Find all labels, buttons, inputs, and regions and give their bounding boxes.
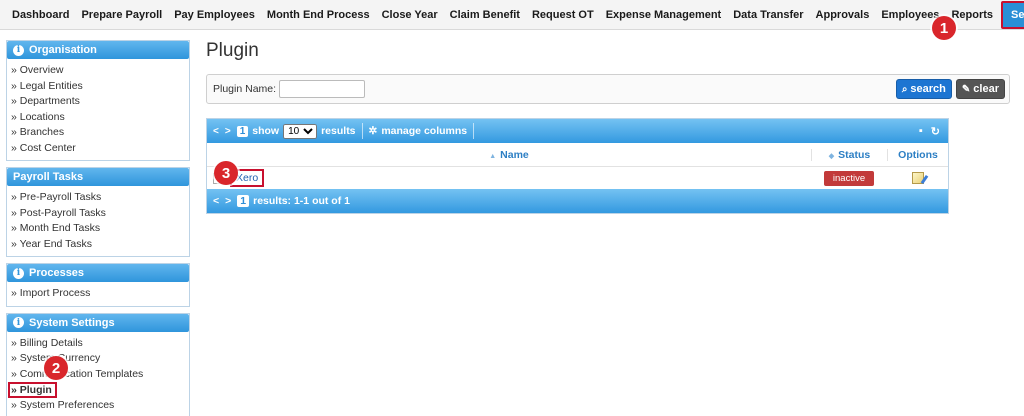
- panel-title: Organisation: [29, 44, 97, 56]
- nav-settings[interactable]: Settings: [1001, 0, 1024, 29]
- panel-organisation: i Organisation » Overview » Legal Entiti…: [6, 40, 190, 161]
- nav-month-end-process[interactable]: Month End Process: [261, 9, 376, 21]
- column-label: Options: [898, 148, 938, 161]
- panel-payroll-tasks: Payroll Tasks » Pre-Payroll Tasks » Post…: [6, 167, 190, 257]
- nav-approvals[interactable]: Approvals: [810, 9, 876, 21]
- plugin-grid: < > 1 show 10 results ✲ manage columns ▪…: [206, 118, 949, 214]
- panel-title: System Settings: [29, 316, 115, 329]
- show-label: show: [252, 125, 280, 137]
- next-page-icon[interactable]: >: [225, 126, 231, 137]
- grid-header-row: ▲ Name ◆ Status Options: [207, 143, 948, 167]
- sidebar-item-post-payroll-tasks[interactable]: » Post-Payroll Tasks: [11, 206, 185, 222]
- next-page-icon[interactable]: >: [225, 195, 231, 207]
- info-icon: i: [13, 317, 24, 328]
- sidebar-item-billing-details[interactable]: » Billing Details: [11, 336, 185, 352]
- table-row: Xero inactive: [207, 167, 948, 189]
- search-icon: ⌕: [901, 83, 908, 95]
- prev-page-icon[interactable]: <: [213, 126, 219, 137]
- clear-button-label: clear: [973, 83, 999, 95]
- nav-close-year[interactable]: Close Year: [376, 9, 444, 21]
- grid-footer: < > 1 results: 1-1 out of 1: [207, 189, 948, 213]
- step-marker-2: 2: [44, 356, 68, 380]
- sidebar-item-communication-templates[interactable]: » Communication Templates: [11, 367, 185, 383]
- results-summary: results: 1-1 out of 1: [253, 195, 350, 207]
- nav-request-ot[interactable]: Request OT: [526, 9, 600, 21]
- divider: [361, 123, 363, 139]
- page-number[interactable]: 1: [236, 125, 249, 137]
- nav-data-transfer[interactable]: Data Transfer: [727, 9, 809, 21]
- grid-toolbar: < > 1 show 10 results ✲ manage columns ▪…: [207, 119, 948, 143]
- nav-reports[interactable]: Reports: [945, 9, 999, 21]
- refresh-icon[interactable]: ↻: [931, 125, 940, 138]
- panel-header-payroll-tasks[interactable]: Payroll Tasks: [7, 168, 189, 186]
- search-button-label: search: [910, 83, 946, 95]
- panel-system-settings: i System Settings » Billing Details » Sy…: [6, 312, 190, 416]
- status-badge: inactive: [823, 170, 875, 186]
- nav-claim-benefit[interactable]: Claim Benefit: [444, 9, 526, 21]
- sidebar-item-legal-entities[interactable]: » Legal Entities: [11, 79, 185, 95]
- clear-button[interactable]: ✎ clear: [955, 79, 1005, 99]
- sidebar-item-branches[interactable]: » Branches: [11, 125, 185, 141]
- info-icon: i: [13, 267, 24, 279]
- cell-options: [887, 172, 948, 184]
- sidebar-item-plugin[interactable]: » Plugin: [8, 382, 57, 398]
- sidebar-item-year-end-tasks[interactable]: » Year End Tasks: [11, 237, 185, 253]
- nav-prepare-payroll[interactable]: Prepare Payroll: [75, 9, 168, 21]
- column-label: Status: [838, 148, 871, 161]
- sidebar: i Organisation » Overview » Legal Entiti…: [6, 40, 190, 416]
- panel-title: Processes: [29, 267, 85, 279]
- panel-processes: i Processes » Import Process: [6, 263, 190, 307]
- nav-expense-management[interactable]: Expense Management: [600, 9, 728, 21]
- main-content: Plugin Plugin Name: ⌕ search ✎ clear < >…: [206, 40, 1010, 214]
- sidebar-item-overview[interactable]: » Overview: [11, 63, 185, 79]
- sidebar-item-month-end-tasks[interactable]: » Month End Tasks: [11, 221, 185, 237]
- divider: [473, 123, 475, 139]
- nav-pay-employees[interactable]: Pay Employees: [168, 9, 261, 21]
- column-label: Name: [500, 148, 529, 161]
- sidebar-item-locations[interactable]: » Locations: [11, 110, 185, 126]
- panel-header-organisation[interactable]: i Organisation: [7, 41, 189, 59]
- column-header-options: Options: [887, 148, 948, 161]
- top-navigation: Dashboard Prepare Payroll Pay Employees …: [0, 0, 1024, 30]
- sort-icon: ◆: [828, 152, 835, 160]
- sort-icon: ▲: [489, 152, 497, 160]
- search-bar: Plugin Name: ⌕ search ✎ clear: [206, 74, 1010, 104]
- nav-dashboard[interactable]: Dashboard: [6, 9, 75, 21]
- edit-icon[interactable]: [911, 172, 924, 184]
- sidebar-item-system-currency[interactable]: » System Currency: [11, 351, 185, 367]
- cell-status: inactive: [811, 170, 887, 186]
- step-marker-1: 1: [932, 16, 956, 40]
- save-icon[interactable]: ▪: [919, 125, 923, 137]
- panel-title: Payroll Tasks: [13, 171, 84, 183]
- panel-header-processes[interactable]: i Processes: [7, 264, 189, 282]
- plugin-name-input[interactable]: [279, 80, 366, 98]
- sidebar-item-system-preferences[interactable]: » System Preferences: [11, 398, 185, 414]
- column-header-status[interactable]: ◆ Status: [811, 148, 887, 161]
- manage-columns-link[interactable]: manage columns: [381, 125, 467, 137]
- prev-page-icon[interactable]: <: [213, 195, 219, 207]
- sidebar-item-pre-payroll-tasks[interactable]: » Pre-Payroll Tasks: [11, 190, 185, 206]
- clear-icon: ✎: [961, 83, 971, 95]
- info-icon: i: [13, 44, 24, 56]
- sidebar-item-cost-center[interactable]: » Cost Center: [11, 141, 185, 157]
- per-page-select[interactable]: 10: [283, 123, 318, 139]
- plugin-name-label: Plugin Name:: [213, 83, 277, 95]
- sidebar-item-departments[interactable]: » Departments: [11, 94, 185, 110]
- step-marker-3: 3: [214, 161, 238, 185]
- search-button[interactable]: ⌕ search: [895, 79, 952, 99]
- results-label: results: [321, 125, 356, 137]
- cell-name: Xero: [207, 169, 811, 187]
- gear-icon[interactable]: ✲: [369, 125, 378, 137]
- panel-header-system-settings[interactable]: i System Settings: [7, 313, 189, 332]
- page-title: Plugin: [206, 40, 259, 61]
- page-number[interactable]: 1: [237, 195, 250, 207]
- column-header-name[interactable]: ▲ Name: [207, 149, 811, 161]
- sidebar-item-import-process[interactable]: » Import Process: [11, 286, 185, 302]
